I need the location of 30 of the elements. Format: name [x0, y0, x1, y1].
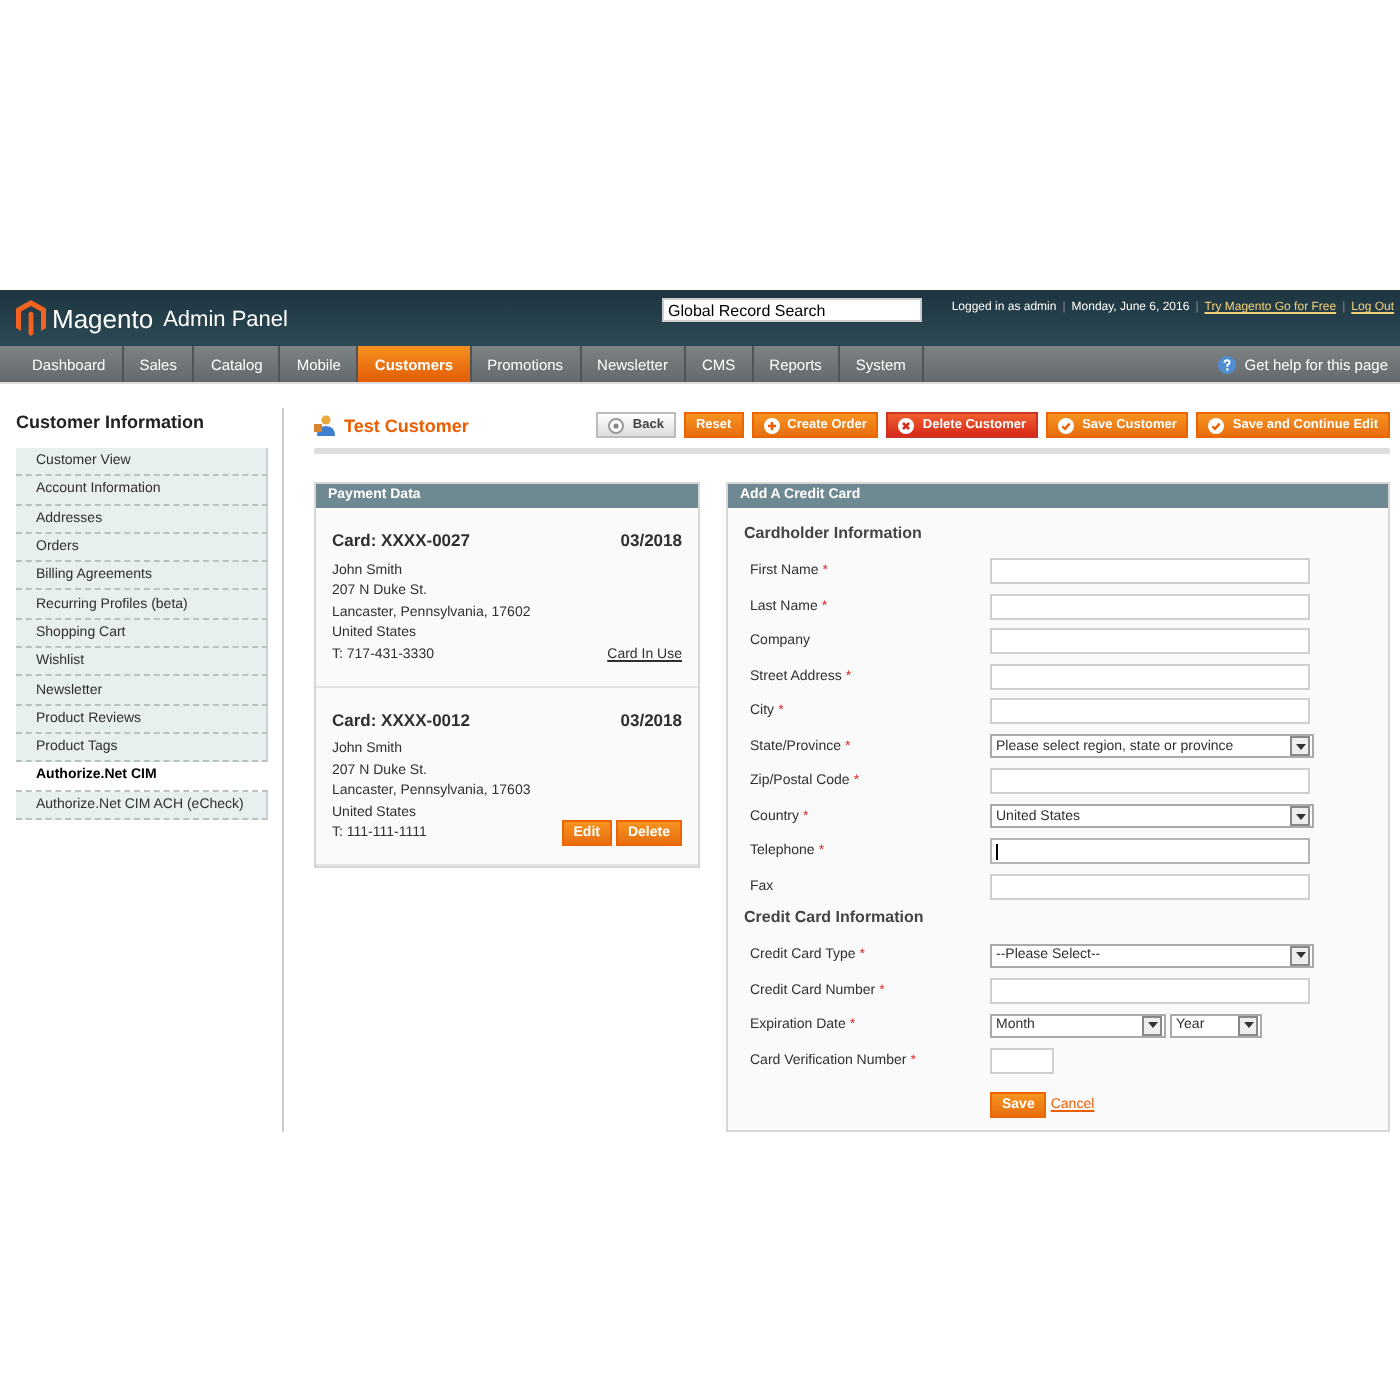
input-field[interactable]	[990, 593, 1310, 620]
card-expiry: 03/2018	[620, 530, 682, 550]
section-heading: Cardholder Information	[744, 522, 924, 546]
input-field[interactable]	[990, 838, 1310, 865]
delete-icon	[898, 417, 915, 433]
logo-subtitle: Admin Panel	[163, 308, 288, 332]
input-field[interactable]	[990, 663, 1310, 690]
input-field[interactable]	[990, 1047, 1054, 1074]
card-title: Card: XXXX-0012	[332, 709, 470, 729]
card-title: Card: XXXX-0027	[332, 530, 470, 550]
back-icon	[608, 417, 625, 433]
global-search-field[interactable]: Global Record Search	[662, 298, 922, 322]
input-field[interactable]	[990, 873, 1310, 900]
input-field[interactable]	[990, 768, 1310, 795]
plus-icon	[763, 417, 780, 433]
text-cursor	[996, 843, 998, 860]
page-title: Test Customer	[344, 415, 469, 435]
check-icon	[1058, 417, 1075, 433]
input-field[interactable]	[990, 977, 1310, 1004]
sidebar-title: Customer Information	[16, 410, 207, 436]
section-heading: Credit Card Information	[744, 906, 926, 930]
check-icon	[1208, 417, 1225, 433]
card-expiry: 03/2018	[620, 709, 682, 729]
input-field[interactable]	[990, 558, 1310, 585]
customer-icon	[314, 414, 336, 436]
help-icon	[1218, 355, 1237, 373]
logo-icon	[16, 300, 46, 336]
input-field[interactable]	[990, 628, 1310, 655]
input-field[interactable]	[990, 698, 1310, 725]
logo-wordmark: Magento	[52, 303, 154, 333]
